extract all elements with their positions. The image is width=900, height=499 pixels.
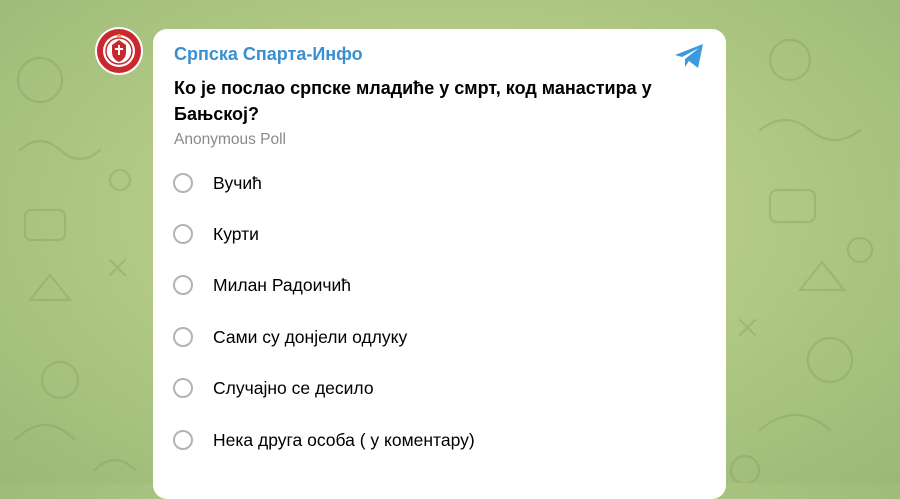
poll-option[interactable]: Вучић xyxy=(173,169,262,197)
poll-question: Ко је послао српске младиће у смрт, код … xyxy=(174,78,652,124)
poll-message-card: Српска Спарта-Инфо Ко је послао српске м… xyxy=(153,29,726,499)
channel-avatar[interactable] xyxy=(95,27,143,75)
poll-type-label: Anonymous Poll xyxy=(174,131,287,148)
poll-option[interactable]: Курти xyxy=(173,220,259,248)
radio-circle-icon[interactable] xyxy=(173,378,193,398)
channel-name[interactable]: Српска Спарта-Инфо xyxy=(174,44,363,65)
radio-circle-icon[interactable] xyxy=(173,327,193,347)
poll-option[interactable]: Сами су донјели одлуку xyxy=(173,323,407,351)
poll-option-label: Сами су донјели одлуку xyxy=(213,326,408,347)
poll-option-label: Милан Радоичић xyxy=(213,274,351,295)
poll-option-label: Случајно се десило xyxy=(213,377,374,398)
radio-circle-icon[interactable] xyxy=(173,173,193,193)
poll-option-label: Курти xyxy=(213,223,259,244)
poll-option[interactable]: Случајно се десило xyxy=(173,374,374,402)
radio-circle-icon[interactable] xyxy=(173,430,193,450)
radio-circle-icon[interactable] xyxy=(173,224,193,244)
channel-emblem-icon xyxy=(97,29,141,73)
poll-option[interactable]: Нека друга особа ( у коментару) xyxy=(173,426,475,454)
poll-option[interactable]: Милан Радоичић xyxy=(173,271,351,299)
radio-circle-icon[interactable] xyxy=(173,275,193,295)
poll-option-label: Нека друга особа ( у коментару) xyxy=(213,429,475,450)
telegram-plane-icon[interactable] xyxy=(673,42,705,70)
poll-option-label: Вучић xyxy=(213,172,262,193)
